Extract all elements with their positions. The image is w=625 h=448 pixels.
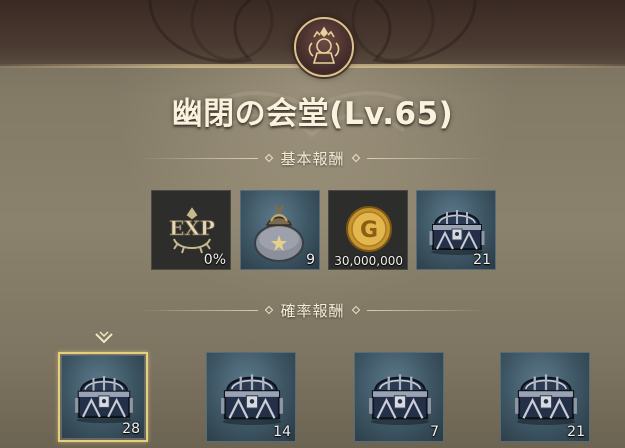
reward-count: 21 <box>567 424 585 440</box>
reward-count: 7 <box>430 424 439 440</box>
selected-slot-frame <box>58 352 148 442</box>
svg-text:EXP: EXP <box>169 216 215 240</box>
reward-slot-exp[interactable]: EXP 0% <box>151 190 231 270</box>
header-rule-right <box>366 309 487 311</box>
header-rule-left <box>138 309 259 311</box>
selection-marker-icon <box>95 331 113 344</box>
header-rule-right <box>366 157 487 159</box>
dungeon-title: 幽閉の会堂(Lv.65) <box>171 96 454 132</box>
svg-text:G: G <box>360 218 378 243</box>
reward-count: 21 <box>473 252 491 268</box>
probability-reward-header: 確率報酬 <box>0 300 625 320</box>
reward-slot-pouch[interactable]: 9 <box>240 190 320 270</box>
header-diamond-right <box>351 305 360 315</box>
probability-reward-slot[interactable]: 14 <box>206 352 296 442</box>
reward-slot-chest[interactable]: 21 <box>416 190 496 270</box>
header-diamond-left <box>265 305 274 315</box>
reward-count: 30,000,000 <box>334 254 403 268</box>
header-diamond-left <box>265 153 274 163</box>
basic-reward-label: 基本報酬 <box>280 149 345 168</box>
probability-reward-label: 確率報酬 <box>280 301 345 320</box>
dungeon-emblem-icon <box>294 17 354 77</box>
header-diamond-right <box>351 153 360 163</box>
reward-slot-gold[interactable]: G 30,000,000 <box>328 190 408 270</box>
basic-reward-header: 基本報酬 <box>0 148 625 168</box>
header-rule-left <box>138 157 259 159</box>
reward-count: 14 <box>273 424 291 440</box>
reward-count: 0% <box>203 252 226 268</box>
reward-count: 9 <box>306 252 315 268</box>
probability-reward-slot[interactable]: 7 <box>354 352 444 442</box>
probability-reward-slot[interactable]: 21 <box>500 352 590 442</box>
